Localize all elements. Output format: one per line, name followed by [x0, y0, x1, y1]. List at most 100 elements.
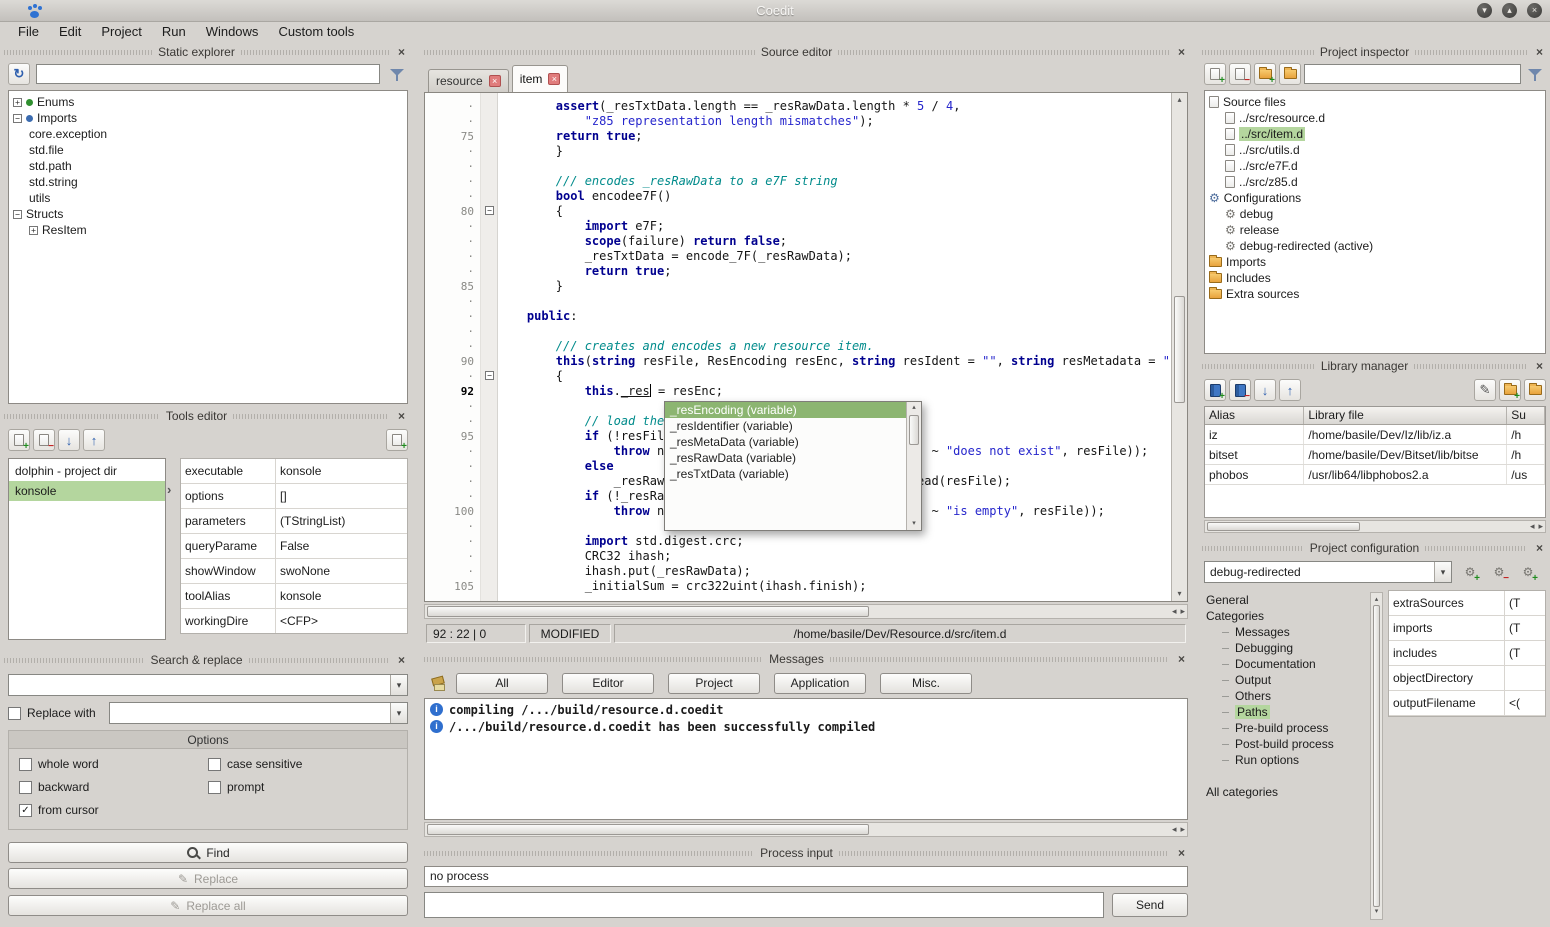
refresh-button[interactable]: ↻ — [8, 63, 30, 85]
library-from-project-button[interactable] — [1524, 379, 1546, 401]
scroll-up-icon[interactable]: ▴ — [1172, 93, 1187, 107]
message-row[interactable]: i/.../build/resource.d.coedit has been s… — [425, 718, 1187, 735]
code-line[interactable]: scope(failure) return false; — [498, 234, 1171, 249]
close-panel-icon[interactable]: × — [395, 654, 408, 667]
checkbox-box[interactable] — [19, 781, 32, 794]
checkbox-box[interactable]: ✓ — [19, 804, 32, 817]
replace-term-input[interactable] — [110, 704, 390, 722]
replace-all-button[interactable]: ✎Replace all — [8, 895, 408, 916]
project-tree-item[interactable]: ../src/utils.d — [1205, 142, 1545, 158]
dropdown-arrow-icon[interactable]: ▾ — [390, 675, 407, 695]
project-tree-item[interactable]: Source files — [1205, 94, 1545, 110]
fold-collapse-icon[interactable]: − — [485, 206, 494, 215]
code-line[interactable]: import std.digest.crc; — [498, 534, 1171, 549]
code-editor[interactable]: ··75····80····85····90·92··95····100····… — [424, 92, 1188, 602]
scroll-left-icon[interactable]: ◂ — [1172, 824, 1177, 835]
search-term-input[interactable] — [9, 676, 390, 694]
close-tab-icon[interactable]: × — [548, 73, 560, 85]
checkbox-prompt[interactable]: prompt — [208, 780, 397, 794]
delete-configuration-button[interactable]: ⚙− — [1488, 561, 1510, 583]
project-tree-item[interactable]: ../src/e7F.d — [1205, 158, 1545, 174]
tool-property-row[interactable]: executablekonsole — [181, 459, 407, 484]
add-configuration-button[interactable]: ⚙+ — [1517, 561, 1539, 583]
popup-scroll-thumb[interactable] — [909, 415, 919, 445]
project-tree-item[interactable]: ../src/resource.d — [1205, 110, 1545, 126]
edit-library-button[interactable]: ✎ — [1474, 379, 1496, 401]
messages-header[interactable]: Messages × — [424, 651, 1188, 667]
config-category-item[interactable]: Paths — [1202, 704, 1368, 720]
close-panel-icon[interactable]: × — [1533, 360, 1546, 373]
remove-source-button[interactable]: − — [1229, 63, 1251, 85]
code-line[interactable]: import e7F; — [498, 219, 1171, 234]
open-project-folder-button[interactable] — [1279, 63, 1301, 85]
config-category-item[interactable]: Documentation — [1202, 656, 1368, 672]
code-line[interactable]: { — [498, 369, 1171, 384]
code-line[interactable]: } — [498, 279, 1171, 294]
code-line[interactable]: } — [498, 144, 1171, 159]
scroll-right-icon[interactable]: ▸ — [1180, 824, 1185, 835]
code-line[interactable]: this._res = resEnc; — [498, 384, 1171, 399]
config-category-item[interactable]: Post-build process — [1202, 736, 1368, 752]
checkbox-from-cursor[interactable]: ✓from cursor — [19, 803, 208, 817]
scroll-left-icon[interactable]: ◂ — [1530, 521, 1535, 532]
code-line[interactable] — [498, 294, 1171, 309]
tool-property-row[interactable]: showWindowswoNone — [181, 559, 407, 584]
library-row[interactable]: iz/home/basile/Dev/Iz/lib/iz.a/h — [1205, 425, 1545, 445]
tool-property-row[interactable]: options[] — [181, 484, 407, 509]
config-category-item[interactable]: General — [1202, 592, 1368, 608]
symbol-search-input[interactable] — [36, 64, 380, 84]
config-category-item[interactable]: Run options — [1202, 752, 1368, 768]
menu-item-project[interactable]: Project — [91, 22, 151, 42]
project-tree-item[interactable]: ⚙release — [1205, 222, 1545, 238]
tools-editor-header[interactable]: Tools editor × — [4, 408, 408, 424]
code-line[interactable]: this(string resFile, ResEncoding resEnc,… — [498, 354, 1171, 369]
remove-tool-button[interactable]: − — [33, 429, 55, 451]
close-panel-icon[interactable]: × — [1533, 542, 1546, 555]
configuration-category-tree[interactable]: GeneralCategoriesMessagesDebuggingDocume… — [1202, 592, 1368, 922]
code-line[interactable]: _initialSum = crc322uint(ihash.finish); — [498, 579, 1171, 594]
tool-property-row[interactable]: workingDire<CFP> — [181, 609, 407, 634]
code-line[interactable]: return true; — [498, 129, 1171, 144]
editor-vscrollbar[interactable]: ▴ ▾ — [1171, 93, 1187, 601]
move-tool-up-button[interactable]: ↑ — [83, 429, 105, 451]
project-tree-item[interactable]: ../src/z85.d — [1205, 174, 1545, 190]
search-replace-header[interactable]: Search & replace × — [4, 652, 408, 668]
config-property-row[interactable]: objectDirectory — [1389, 666, 1545, 691]
config-category-item[interactable]: Debugging — [1202, 640, 1368, 656]
library-column-header[interactable]: Alias — [1205, 407, 1304, 424]
filter-all[interactable]: All — [456, 673, 548, 694]
menu-item-custom-tools[interactable]: Custom tools — [268, 22, 364, 42]
checkbox-backward[interactable]: backward — [19, 780, 208, 794]
config-property-row[interactable]: imports(T — [1389, 616, 1545, 641]
scroll-down-icon[interactable]: ▾ — [907, 518, 921, 530]
library-column-header[interactable]: Library file — [1304, 407, 1507, 424]
add-source-button[interactable]: + — [1204, 63, 1226, 85]
close-panel-icon[interactable]: × — [1175, 46, 1188, 59]
tool-property-row[interactable]: toolAliaskonsole — [181, 584, 407, 609]
inspector-filter-button[interactable] — [1524, 63, 1546, 85]
config-category-item[interactable]: All categories — [1202, 784, 1368, 800]
replace-button[interactable]: ✎Replace — [8, 868, 408, 889]
filter-misc[interactable]: Misc. — [880, 673, 972, 694]
code-line[interactable]: "z85 representation length mismatches"); — [498, 114, 1171, 129]
code-line[interactable]: public: — [498, 309, 1171, 324]
move-tool-down-button[interactable]: ↓ — [58, 429, 80, 451]
tool-item[interactable]: konsole — [9, 481, 165, 501]
search-term-combobox[interactable]: ▾ — [8, 674, 408, 696]
category-vscrollbar[interactable]: ▴ ▾ — [1370, 592, 1383, 920]
symbol-tree[interactable]: +Enums−Importscore.exceptionstd.filestd.… — [8, 90, 408, 404]
symbol-tree-item[interactable]: std.string — [9, 174, 407, 190]
filter-project[interactable]: Project — [668, 673, 760, 694]
completion-item[interactable]: _resRawData (variable) — [665, 450, 906, 466]
move-library-down-button[interactable]: ↓ — [1254, 379, 1276, 401]
tool-property-row[interactable]: parameters(TStringList) — [181, 509, 407, 534]
code-line[interactable]: CRC32 ihash; — [498, 549, 1171, 564]
vscroll-thumb[interactable] — [1174, 296, 1185, 403]
config-property-row[interactable]: includes(T — [1389, 641, 1545, 666]
menu-item-edit[interactable]: Edit — [49, 22, 91, 42]
collapse-icon[interactable]: − — [13, 114, 22, 123]
tools-list[interactable]: dolphin - project dirkonsole — [8, 458, 166, 640]
popup-scrollbar[interactable]: ▴ ▾ — [906, 402, 921, 530]
tool-property-grid[interactable]: executablekonsoleoptions[]parameters(TSt… — [180, 458, 408, 634]
checkbox-case-sensitive[interactable]: case sensitive — [208, 757, 397, 771]
